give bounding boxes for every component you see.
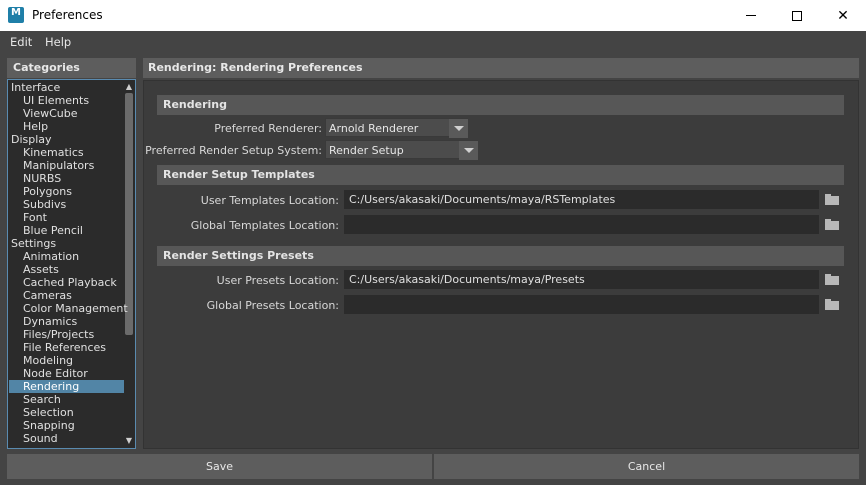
category-item-viewcube[interactable]: ViewCube <box>9 107 78 120</box>
maximize-icon <box>792 10 802 21</box>
categories-list[interactable]: ▲ ▼ Interface UI Elements ViewCube Help Disp… <box>7 79 136 449</box>
categories-header: Categories <box>7 58 136 78</box>
category-item-search[interactable]: Search <box>9 393 61 406</box>
scrollbar-thumb[interactable] <box>125 93 133 335</box>
category-item-interface[interactable]: Interface <box>9 81 60 94</box>
title-bar: M Preferences ✕ <box>0 0 866 31</box>
app-icon-letter: M <box>11 7 21 18</box>
folder-icon[interactable] <box>825 274 839 285</box>
category-item-modeling[interactable]: Modeling <box>9 354 73 367</box>
user-presets-field[interactable]: C:/Users/akasaki/Documents/maya/Presets <box>344 270 819 289</box>
category-item-cached-playback[interactable]: Cached Playback <box>9 276 117 289</box>
chevron-down-icon <box>449 119 468 138</box>
category-item-nurbs[interactable]: NURBS <box>9 172 61 185</box>
maximize-button[interactable] <box>774 0 820 31</box>
category-item-settings[interactable]: Settings <box>9 237 56 250</box>
user-templates-label: User Templates Location: <box>200 194 339 207</box>
window-title: Preferences <box>32 8 103 22</box>
category-item-dynamics[interactable]: Dynamics <box>9 315 77 328</box>
folder-icon[interactable] <box>825 299 839 310</box>
section-render-setup-templates[interactable]: Render Setup Templates <box>157 165 844 185</box>
category-item-polygons[interactable]: Polygons <box>9 185 72 198</box>
section-rendering[interactable]: Rendering <box>157 95 844 115</box>
global-presets-field[interactable] <box>344 295 819 314</box>
category-item-sound[interactable]: Sound <box>9 432 58 445</box>
user-presets-label: User Presets Location: <box>216 274 339 287</box>
category-item-ui-elements[interactable]: UI Elements <box>9 94 89 107</box>
render-setup-system-label: Preferred Render Setup System: <box>145 144 322 157</box>
category-item-assets[interactable]: Assets <box>9 263 59 276</box>
save-button[interactable]: Save <box>7 454 432 479</box>
menu-edit[interactable]: Edit <box>10 35 32 49</box>
user-templates-field[interactable]: C:/Users/akasaki/Documents/maya/RSTempla… <box>344 190 819 209</box>
category-item-animation[interactable]: Animation <box>9 250 79 263</box>
category-item-color-management[interactable]: Color Management <box>9 302 128 315</box>
category-item-subdivs[interactable]: Subdivs <box>9 198 66 211</box>
category-item-help[interactable]: Help <box>9 120 48 133</box>
category-item-selection[interactable]: Selection <box>9 406 74 419</box>
category-item-file-references[interactable]: File References <box>9 341 106 354</box>
close-button[interactable]: ✕ <box>820 0 866 31</box>
category-item-files-projects[interactable]: Files/Projects <box>9 328 94 341</box>
category-item-manipulators[interactable]: Manipulators <box>9 159 94 172</box>
menu-help[interactable]: Help <box>45 35 71 49</box>
global-templates-label: Global Templates Location: <box>190 219 339 232</box>
preferred-renderer-dropdown[interactable]: Arnold Renderer <box>325 118 468 138</box>
maya-app-icon: M <box>8 7 24 23</box>
category-item-cameras[interactable]: Cameras <box>9 289 72 302</box>
global-presets-label: Global Presets Location: <box>206 299 339 312</box>
menu-bar: Edit Help <box>0 31 866 52</box>
category-item-kinematics[interactable]: Kinematics <box>9 146 84 159</box>
preferred-renderer-value: Arnold Renderer <box>329 122 419 135</box>
minimize-icon <box>746 15 756 16</box>
chevron-down-icon <box>459 141 478 160</box>
cancel-button[interactable]: Cancel <box>434 454 859 479</box>
render-setup-system-value: Render Setup <box>329 144 404 157</box>
category-item-display[interactable]: Display <box>9 133 52 146</box>
category-item-font[interactable]: Font <box>9 211 47 224</box>
close-icon: ✕ <box>837 7 849 24</box>
preferred-renderer-label: Preferred Renderer: <box>214 122 322 135</box>
global-templates-field[interactable] <box>344 215 819 234</box>
page-title: Rendering: Rendering Preferences <box>143 58 859 78</box>
category-item-rendering[interactable]: Rendering <box>9 380 124 393</box>
category-item-snapping[interactable]: Snapping <box>9 419 75 432</box>
scroll-down-arrow-icon[interactable]: ▼ <box>124 436 134 446</box>
minimize-button[interactable] <box>728 0 774 31</box>
section-render-settings-presets[interactable]: Render Settings Presets <box>157 246 844 266</box>
category-item-blue-pencil[interactable]: Blue Pencil <box>9 224 83 237</box>
render-setup-system-dropdown[interactable]: Render Setup <box>325 140 478 160</box>
scroll-up-arrow-icon[interactable]: ▲ <box>124 82 134 92</box>
folder-icon[interactable] <box>825 219 839 230</box>
folder-icon[interactable] <box>825 194 839 205</box>
category-item-node-editor[interactable]: Node Editor <box>9 367 88 380</box>
